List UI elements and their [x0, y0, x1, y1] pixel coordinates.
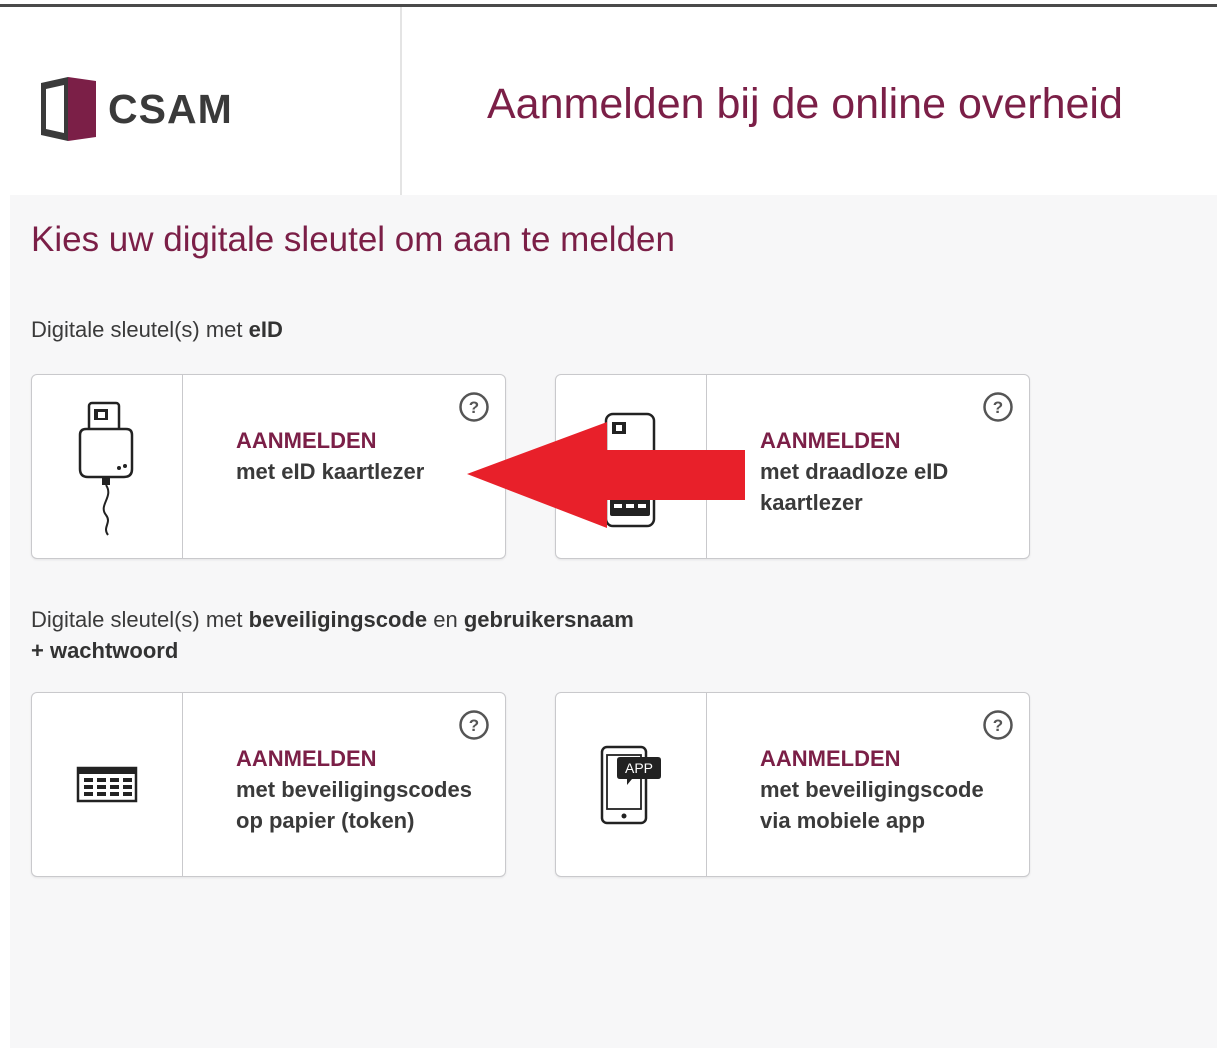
card-icon-box: APP [556, 693, 707, 876]
section-label-eid: Digitale sleutel(s) met eID [31, 317, 283, 342]
card-text: AANMELDEN met eID kaartlezer [236, 428, 425, 484]
card-reader-icon [78, 401, 134, 536]
login-card-eid-reader[interactable]: AANMELDEN met eID kaartlezer ? [31, 374, 506, 559]
page-heading: Kies uw digitale sleutel om aan te melde… [31, 220, 675, 259]
logo-text: CSAM [108, 85, 233, 132]
svg-text:?: ? [993, 398, 1003, 417]
login-card-mobile-app[interactable]: APP AANMELDEN met beveiligingscode via m… [555, 692, 1030, 877]
card-text: AANMELDEN met beveiligingscode via mobie… [760, 746, 984, 833]
site-header: CSAM Aanmelden bij de online overheid [0, 7, 1217, 195]
card-icon-box [32, 693, 183, 876]
help-icon[interactable]: ? [458, 709, 490, 741]
site-title: Aanmelden bij de online overheid [487, 80, 1123, 128]
help-icon[interactable]: ? [458, 391, 490, 423]
token-card-icon [76, 766, 138, 802]
card-text: AANMELDEN met beveiligingscodes op papie… [236, 746, 472, 833]
card-text: AANMELDEN met draadloze eID kaartlezer [760, 428, 949, 515]
card-icon-box [32, 375, 183, 558]
main-panel: Kies uw digitale sleutel om aan te melde… [10, 195, 1217, 1048]
svg-text:?: ? [469, 716, 479, 735]
help-icon[interactable]: ? [982, 391, 1014, 423]
mobile-app-icon: APP [600, 745, 661, 824]
svg-text:?: ? [469, 398, 479, 417]
csam-logo[interactable]: CSAM [38, 77, 233, 141]
login-card-token[interactable]: AANMELDEN met beveiligingscodes op papie… [31, 692, 506, 877]
section-label-security-code: Digitale sleutel(s) met beveiligingscode… [31, 607, 634, 663]
app-badge-text: APP [625, 760, 653, 776]
help-icon[interactable]: ? [982, 709, 1014, 741]
svg-text:?: ? [993, 716, 1003, 735]
red-arrow-annotation [467, 422, 745, 528]
header-divider [400, 7, 402, 195]
csam-door-icon [41, 77, 96, 141]
